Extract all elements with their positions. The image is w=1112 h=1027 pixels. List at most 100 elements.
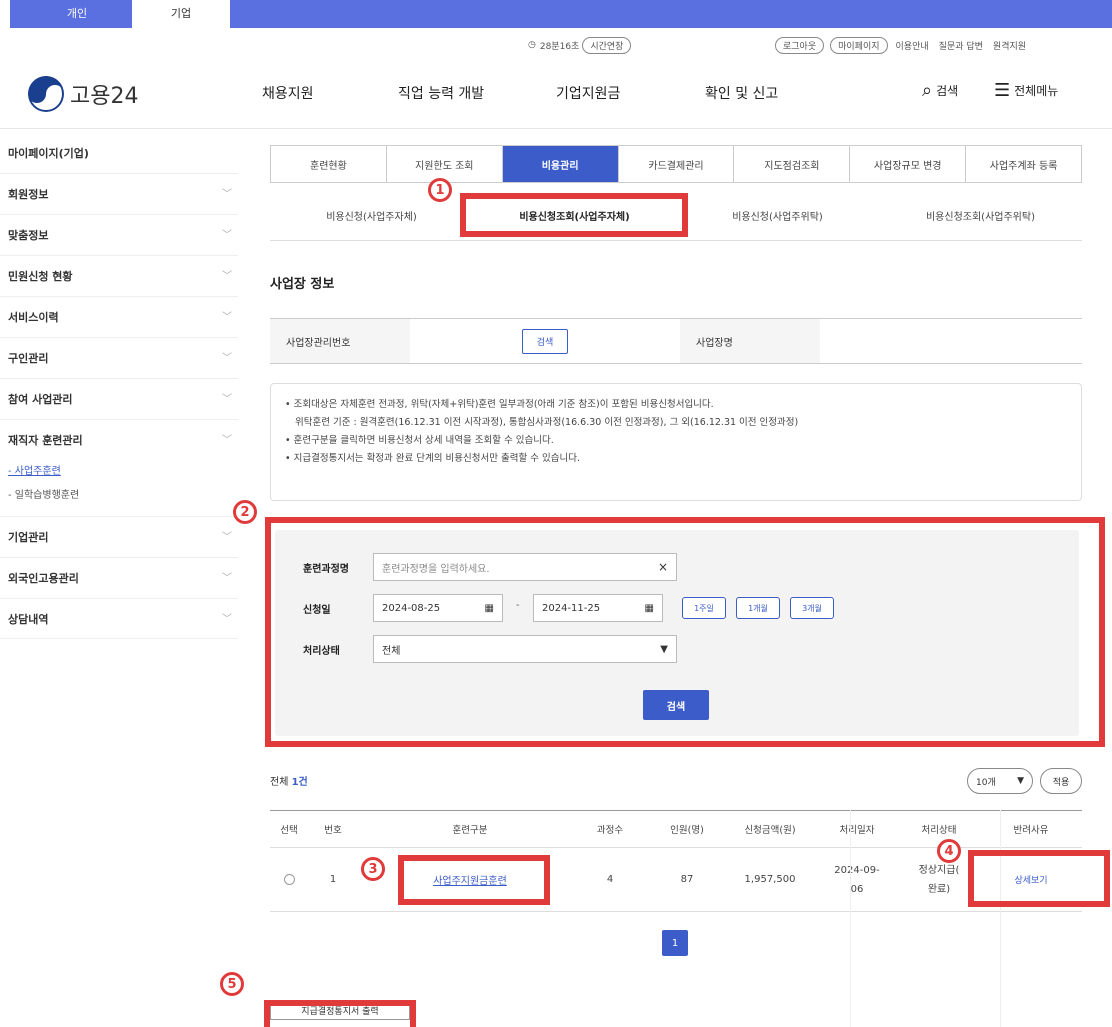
hamburger-icon: ☰ bbox=[994, 80, 1011, 101]
radio-icon[interactable] bbox=[283, 874, 295, 885]
step-badge-4: 4 bbox=[937, 839, 961, 863]
notice-box: • 조회대상은 자체훈련 전과정, 위탁(자체+위탁)훈련 일부과정(아래 기준… bbox=[270, 383, 1082, 501]
page-size-apply-button[interactable]: 적용 bbox=[1040, 768, 1082, 794]
col-select: 선택 bbox=[280, 825, 298, 836]
page-size-select[interactable]: 10개 ▼ bbox=[967, 768, 1033, 794]
tab-training-status[interactable]: 훈련현황 bbox=[271, 146, 387, 182]
page-number-button[interactable]: 1 bbox=[662, 930, 688, 956]
chevron-down-icon: ﹀ bbox=[222, 532, 232, 543]
row-date-part2: 06 bbox=[850, 883, 864, 895]
highlight-box-1 bbox=[460, 193, 688, 237]
subtab-inquiry-consign[interactable]: 비용신청조회(사업주위탁) bbox=[879, 197, 1082, 233]
subtabs-divider bbox=[270, 240, 1082, 241]
search-label: 검색 bbox=[936, 84, 959, 98]
all-menu-label: 전체메뉴 bbox=[1014, 84, 1059, 98]
gnb-subsidy[interactable]: 기업지원금 bbox=[556, 83, 620, 103]
step-badge-5: 5 bbox=[220, 972, 244, 996]
gnb-skill-dev[interactable]: 직업 능력 개발 bbox=[398, 83, 484, 103]
sidebar-item-custom[interactable]: 맞춤정보 ﹀ bbox=[0, 214, 238, 255]
workplace-name-label: 사업장명 bbox=[680, 319, 820, 363]
sidebar-item-member[interactable]: 회원정보 ﹀ bbox=[0, 173, 238, 214]
tab-size-change[interactable]: 사업장규모 변경 bbox=[850, 146, 967, 182]
highlight-box-3 bbox=[398, 855, 550, 905]
sidebar-item-label: 구인관리 bbox=[8, 352, 49, 365]
highlight-box-4 bbox=[968, 850, 1110, 907]
column-guide bbox=[850, 810, 851, 1027]
tab-inspection[interactable]: 지도점검조회 bbox=[734, 146, 851, 182]
tab-card-payment[interactable]: 카드결제관리 bbox=[619, 146, 735, 182]
section-title: 사업장 정보 bbox=[270, 277, 335, 292]
sidebar-item-label: 재직자 훈련관리 bbox=[8, 434, 83, 447]
col-number: 번호 bbox=[324, 825, 342, 836]
sidebar-item-label: 민원신청 현황 bbox=[8, 270, 73, 283]
result-count: 전체 1건 bbox=[270, 773, 308, 788]
qa-link[interactable]: 질문과 답변 bbox=[939, 39, 983, 52]
tab-company[interactable]: 기업 bbox=[132, 0, 230, 28]
notice-line: • 조회대상은 자체훈련 전과정, 위탁(자체+위탁)훈련 일부과정(아래 기준… bbox=[285, 399, 714, 410]
col-status: 처리상태 bbox=[921, 825, 957, 836]
site-logo[interactable]: 고용24 bbox=[28, 76, 138, 112]
header-search[interactable]: ⌕ 검색 bbox=[922, 80, 958, 101]
logout-button[interactable]: 로그아웃 bbox=[775, 36, 825, 54]
chevron-down-icon: ﹀ bbox=[222, 573, 232, 584]
sidebar-item-service[interactable]: 서비스이력 ﹀ bbox=[0, 296, 238, 337]
chevron-down-icon: ﹀ bbox=[222, 614, 232, 625]
row-status-part1: 정상지급( bbox=[918, 864, 960, 876]
sidebar-item-recruit[interactable]: 구인관리 ﹀ bbox=[0, 337, 238, 378]
step-badge-2: 2 bbox=[233, 500, 257, 524]
row-radio[interactable] bbox=[270, 848, 308, 911]
chevron-down-icon: ﹀ bbox=[222, 271, 232, 282]
mgmt-no-cell: 검색 bbox=[410, 328, 680, 354]
sidebar-title: 마이페이지(기업) bbox=[8, 147, 89, 160]
chevron-down-icon: ﹀ bbox=[222, 312, 232, 323]
all-menu-button[interactable]: ☰ 전체메뉴 bbox=[994, 80, 1058, 101]
sidebar-item-label: 참여 사업관리 bbox=[8, 393, 73, 406]
guide-link[interactable]: 이용안내 bbox=[896, 39, 929, 52]
chevron-down-icon: ﹀ bbox=[222, 394, 232, 405]
sidebar-sub-employer-training[interactable]: - 사업주훈련 bbox=[0, 460, 238, 484]
workplace-search-button[interactable]: 검색 bbox=[521, 328, 569, 354]
notice-line: • 훈련구분을 클릭하면 비용신청서 상세 내역을 조회할 수 있습니다. bbox=[285, 435, 554, 447]
chevron-down-icon: ﹀ bbox=[222, 230, 232, 241]
row-people: 87 bbox=[680, 874, 694, 885]
sidebar-item-training[interactable]: 재직자 훈련관리 ﹀ bbox=[0, 419, 238, 460]
remote-support-link[interactable]: 원격지원 bbox=[993, 39, 1026, 52]
search-icon: ⌕ bbox=[922, 80, 933, 101]
sidebar-sub-work-study[interactable]: - 일학습병행훈련 bbox=[0, 484, 238, 508]
logo-text: 고용24 bbox=[70, 84, 139, 109]
highlight-box-2 bbox=[265, 517, 1105, 747]
row-process-date: 2024-09- 06 bbox=[816, 848, 898, 911]
chevron-down-icon: ▼ bbox=[1017, 776, 1024, 786]
top-tab-bar: 개인 기업 bbox=[0, 0, 1112, 28]
table-row: 1 사업주지원금훈련 4 87 1,957,500 2024-09- 06 정상… bbox=[270, 848, 1082, 912]
column-guide bbox=[1000, 810, 1001, 1027]
sidebar-item-petition[interactable]: 민원신청 현황 ﹀ bbox=[0, 255, 238, 296]
gnb-report[interactable]: 확인 및 신고 bbox=[705, 83, 778, 103]
col-training-type: 훈련구분 bbox=[452, 825, 488, 836]
main-tabs: 훈련현황 지원한도 조회 비용관리 카드결제관리 지도점검조회 사업장규모 변경… bbox=[270, 145, 1082, 183]
tab-account-register[interactable]: 사업주계좌 등록 bbox=[966, 146, 1081, 182]
tab-cost-management[interactable]: 비용관리 bbox=[502, 146, 619, 182]
mypage-button[interactable]: 마이페이지 bbox=[830, 36, 888, 54]
result-total-label: 전체 bbox=[270, 777, 289, 788]
sidebar-item-foreign[interactable]: 외국인고용관리 ﹀ bbox=[0, 557, 238, 598]
gnb-recruit[interactable]: 채용지원 bbox=[262, 83, 314, 103]
tab-limit-inquiry[interactable]: 지원한도 조회 bbox=[387, 146, 503, 182]
chevron-up-icon: ﹀ bbox=[222, 435, 232, 446]
tab-personal[interactable]: 개인 bbox=[22, 0, 132, 28]
taegeuk-logo-icon bbox=[28, 76, 64, 112]
notice-line: 위탁훈련 기준 : 원격훈련(16.12.31 이전 시작과정), 통합심사과정… bbox=[295, 417, 799, 429]
sidebar-item-company[interactable]: 기업관리 ﹀ bbox=[0, 516, 238, 557]
subtab-apply-self[interactable]: 비용신청(사업주자체) bbox=[270, 197, 473, 233]
subtab-apply-consign[interactable]: 비용신청(사업주위탁) bbox=[676, 197, 879, 233]
chevron-down-icon: ﹀ bbox=[222, 353, 232, 364]
col-amount: 신청금액(원) bbox=[744, 825, 796, 836]
row-course-count: 4 bbox=[606, 874, 614, 885]
sidebar-item-label: 기업관리 bbox=[8, 531, 49, 544]
row-amount: 1,957,500 bbox=[744, 874, 796, 885]
notice-line: • 지급결정통지서는 확정과 완료 단계의 비용신청서만 출력할 수 있습니다. bbox=[285, 453, 580, 465]
extend-time-button[interactable]: 시간연장 bbox=[582, 36, 632, 54]
sidebar-item-program[interactable]: 참여 사업관리 ﹀ bbox=[0, 378, 238, 419]
row-status-part2: 완료) bbox=[927, 883, 951, 895]
sidebar-item-consult[interactable]: 상담내역 ﹀ bbox=[0, 598, 238, 639]
